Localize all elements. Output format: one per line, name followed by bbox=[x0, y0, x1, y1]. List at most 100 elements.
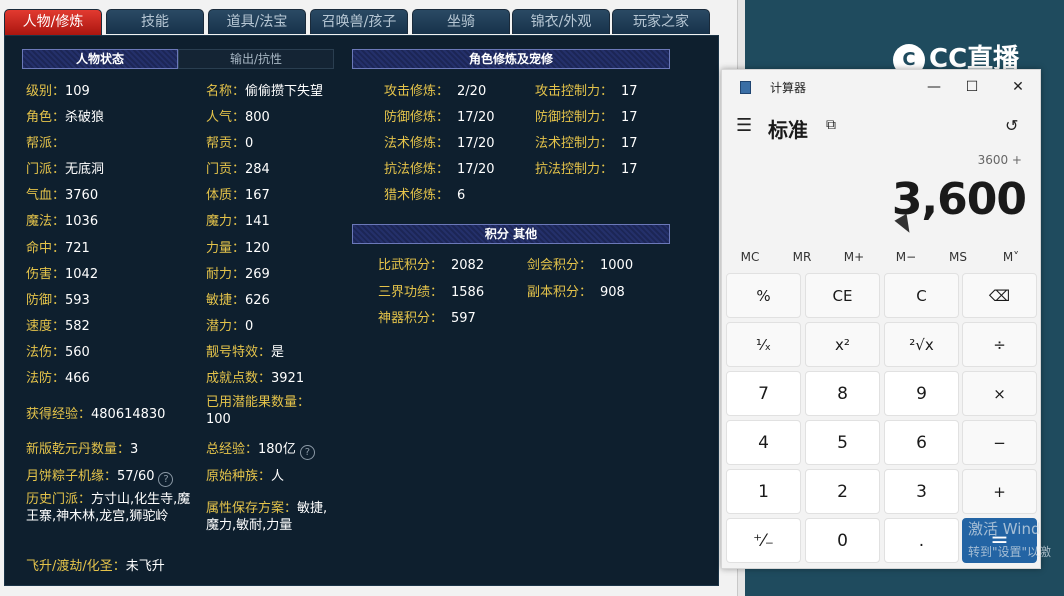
minimize-button[interactable]: — bbox=[922, 75, 946, 99]
stat-hit: 命中：721 bbox=[26, 237, 90, 256]
stat-value: 721 bbox=[65, 241, 90, 256]
stat-value: 人 bbox=[271, 469, 285, 484]
multiply-button[interactable]: × bbox=[962, 371, 1037, 416]
header-character-status[interactable]: 人物状态 bbox=[22, 49, 178, 69]
stat-speed: 速度：582 bbox=[26, 315, 90, 334]
calculator-title: 计算器 bbox=[770, 81, 807, 95]
clear-entry-button[interactable]: CE bbox=[805, 273, 880, 318]
divide-button[interactable]: ÷ bbox=[962, 322, 1037, 367]
stat-experience: 获得经验：480614830 bbox=[26, 403, 165, 422]
tab-skills[interactable]: 技能 bbox=[106, 9, 204, 34]
stat-name: 名称：偷偷攒下失望 bbox=[206, 80, 323, 99]
digit-3-button[interactable]: 3 bbox=[884, 469, 959, 514]
stat-value: 120 bbox=[245, 241, 270, 256]
stat-potential: 潜力：0 bbox=[206, 315, 253, 334]
tab-home[interactable]: 玩家之家 bbox=[612, 9, 710, 34]
stat-guild-contribution: 帮贡：0 bbox=[206, 132, 253, 151]
points-artifact: 神器积分： 597 bbox=[378, 307, 476, 326]
cult-defense: 防御修炼： 17/20 bbox=[384, 106, 494, 125]
digit-0-button[interactable]: 0 bbox=[805, 518, 880, 563]
stat-value: 0 bbox=[245, 136, 254, 151]
stat-label: 帮贡： bbox=[206, 136, 246, 151]
minus-button[interactable]: − bbox=[962, 420, 1037, 465]
maximize-button[interactable]: ☐ bbox=[960, 75, 984, 99]
stat-label: 成就点数： bbox=[206, 371, 272, 386]
memory-subtract-button[interactable]: M− bbox=[883, 246, 929, 268]
stat-value: 180亿 bbox=[258, 442, 296, 457]
calculator-titlebar[interactable]: 计算器 — ☐ ✕ bbox=[722, 70, 1040, 104]
percent-button[interactable]: % bbox=[726, 273, 801, 318]
backspace-button[interactable]: ⌫ bbox=[962, 273, 1037, 318]
stat-value: 284 bbox=[245, 162, 270, 177]
stat-value: 167 bbox=[245, 188, 270, 203]
square-button[interactable]: x² bbox=[805, 322, 880, 367]
cult-defense-control: 防御控制力： 17 bbox=[535, 106, 638, 125]
stat-label: 速度： bbox=[26, 319, 66, 334]
tab-character[interactable]: 人物/修炼 bbox=[4, 9, 102, 36]
stat-potion-used: 已用潜能果数量： 100 bbox=[206, 394, 326, 428]
tab-outfit[interactable]: 锦衣/外观 bbox=[512, 9, 610, 34]
help-icon[interactable]: ? bbox=[158, 472, 174, 487]
stat-label: 耐力： bbox=[206, 267, 246, 282]
stat-value: 109 bbox=[65, 84, 90, 99]
cult-resist-control: 抗法控制力： 17 bbox=[535, 158, 638, 177]
tab-mount[interactable]: 坐骑 bbox=[412, 9, 510, 34]
stat-vip-effect: 靓号特效：是 bbox=[206, 341, 284, 360]
digit-7-button[interactable]: 7 bbox=[726, 371, 801, 416]
reciprocal-button[interactable]: ¹⁄ₓ bbox=[726, 322, 801, 367]
stat-label: 抗法修炼： bbox=[384, 162, 450, 177]
memory-list-button[interactable]: M˅ bbox=[988, 246, 1034, 268]
stat-value: 3921 bbox=[271, 371, 305, 386]
digit-1-button[interactable]: 1 bbox=[726, 469, 801, 514]
square-root-button[interactable]: ²√x bbox=[884, 322, 959, 367]
hamburger-menu-icon[interactable]: ☰ bbox=[736, 115, 754, 139]
stat-label: 抗法控制力： bbox=[535, 162, 614, 177]
memory-store-button[interactable]: MS bbox=[935, 246, 981, 268]
negate-button[interactable]: ⁺⁄₋ bbox=[726, 518, 801, 563]
stat-label: 体质： bbox=[206, 188, 246, 203]
help-icon[interactable]: ? bbox=[299, 445, 315, 460]
close-button[interactable]: ✕ bbox=[1006, 75, 1030, 99]
clear-button[interactable]: C bbox=[884, 273, 959, 318]
stat-label: 猎术修炼： bbox=[384, 188, 450, 203]
stat-value: 偷偷攒下失望 bbox=[245, 84, 324, 99]
digit-2-button[interactable]: 2 bbox=[805, 469, 880, 514]
digit-5-button[interactable]: 5 bbox=[805, 420, 880, 465]
decimal-button[interactable]: . bbox=[884, 518, 959, 563]
tab-items[interactable]: 道具/法宝 bbox=[208, 9, 306, 34]
tab-pets[interactable]: 召唤兽/孩子 bbox=[310, 9, 408, 34]
cult-spell-control: 法术控制力： 17 bbox=[535, 132, 638, 151]
stat-value: 1586 bbox=[451, 285, 485, 300]
stat-value: 626 bbox=[245, 293, 270, 308]
header-points-other: 积分 其他 bbox=[352, 224, 670, 244]
digit-8-button[interactable]: 8 bbox=[805, 371, 880, 416]
digit-6-button[interactable]: 6 bbox=[884, 420, 959, 465]
stat-damage: 伤害：1042 bbox=[26, 263, 98, 282]
stat-role: 角色：杀破狼 bbox=[26, 106, 104, 125]
stat-value: 17 bbox=[621, 110, 638, 125]
history-icon[interactable]: ↺ bbox=[1005, 115, 1027, 137]
calculator-window: 计算器 — ☐ ✕ ☰ 标准 ⧉ ↺ 3600 + 3,600 MC MR M+… bbox=[721, 69, 1041, 569]
stat-ascend: 飞升/渡劫/化圣：未飞升 bbox=[26, 555, 165, 574]
points-pvp: 比武积分： 2082 bbox=[378, 254, 484, 273]
stat-label: 原始种族： bbox=[206, 469, 272, 484]
stat-value: 3760 bbox=[65, 188, 99, 203]
stat-value: 17/20 bbox=[457, 162, 495, 177]
stat-value: 0 bbox=[245, 319, 254, 334]
stat-label: 潜力： bbox=[206, 319, 246, 334]
keep-on-top-icon[interactable]: ⧉ bbox=[826, 116, 844, 134]
stat-label: 比武积分： bbox=[378, 258, 444, 273]
calculator-app-icon bbox=[740, 81, 751, 94]
stat-label: 属性保存方案： bbox=[206, 501, 298, 516]
digit-9-button[interactable]: 9 bbox=[884, 371, 959, 416]
stat-constitution: 体质：167 bbox=[206, 184, 270, 203]
header-output-resistance[interactable]: 输出/抗性 bbox=[178, 49, 334, 69]
digit-4-button[interactable]: 4 bbox=[726, 420, 801, 465]
stat-magic: 魔力：141 bbox=[206, 210, 270, 229]
stat-value: 1036 bbox=[65, 214, 99, 229]
plus-button[interactable]: + bbox=[962, 469, 1037, 514]
cult-attack: 攻击修炼： 2/20 bbox=[384, 80, 486, 99]
memory-recall-button[interactable]: MR bbox=[779, 246, 825, 268]
memory-clear-button[interactable]: MC bbox=[727, 246, 773, 268]
memory-add-button[interactable]: M+ bbox=[831, 246, 877, 268]
